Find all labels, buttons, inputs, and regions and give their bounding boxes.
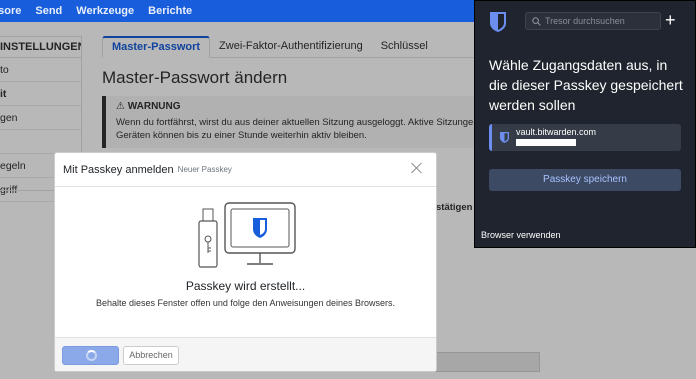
search-icon [532, 16, 541, 26]
dialog-header: Mit Passkey anmelden Neuer Passkey [55, 153, 436, 187]
dialog-title: Mit Passkey anmelden [63, 163, 174, 176]
dialog-body: Behalte dieses Fenster offen und folge d… [95, 298, 396, 308]
add-item-icon[interactable]: + [665, 10, 679, 30]
nav-item-vault[interactable]: esore [0, 5, 21, 17]
search-placeholder: Tresor durchsuchen [545, 16, 625, 26]
login-item-username-redacted [516, 139, 576, 146]
passkey-dialog: Mit Passkey anmelden Neuer Passkey Passk… [54, 152, 437, 372]
dialog-subtitle: Neuer Passkey [177, 165, 232, 174]
login-item-card[interactable]: vault.bitwarden.com [489, 124, 681, 151]
bitwarden-shield-icon [500, 132, 509, 143]
dialog-heading: Passkey wird erstellt... [185, 279, 306, 293]
vault-search-input[interactable]: Tresor durchsuchen [525, 12, 661, 30]
login-item-host: vault.bitwarden.com [516, 127, 597, 137]
nav-item-reports[interactable]: Berichte [148, 5, 192, 17]
passkey-illustration [198, 202, 296, 268]
nav-item-tools[interactable]: Werkzeuge [76, 5, 134, 17]
submit-button-loading[interactable] [62, 346, 119, 365]
close-icon[interactable] [410, 161, 424, 175]
use-browser-link[interactable]: Browser verwenden [481, 230, 561, 240]
spinner-icon [86, 350, 97, 361]
bitwarden-popup: Tresor durchsuchen + Wähle Zugangsdaten … [474, 0, 696, 248]
bitwarden-shield-icon [490, 12, 506, 32]
popup-heading: Wähle Zugangsdaten aus, in die dieser Pa… [489, 57, 683, 113]
save-passkey-button[interactable]: Passkey speichern [489, 169, 681, 191]
dialog-footer: Abbrechen [55, 337, 436, 371]
nav-item-send[interactable]: Send [35, 5, 62, 17]
cancel-button[interactable]: Abbrechen [123, 346, 179, 365]
